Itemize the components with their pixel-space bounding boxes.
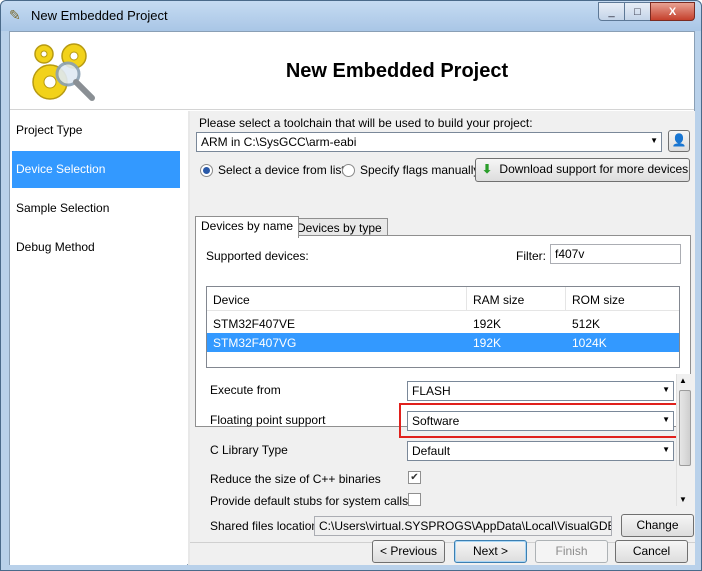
scroll-thumb[interactable] [679,390,691,466]
pencil-icon: ✎ [9,7,21,23]
chevron-down-icon: ▼ [662,415,670,424]
device-rom: 512K [572,317,601,331]
previous-button[interactable]: < Previous [372,540,445,563]
toolchain-select[interactable]: ARM in C:\SysGCC\arm-eabi ▼ [196,132,662,152]
column-divider[interactable] [466,287,467,311]
radio-select-from-list[interactable] [200,164,213,177]
window-title: New Embedded Project [31,8,168,23]
column-ram[interactable]: RAM size [473,293,524,307]
shared-location-value: C:\Users\virtual.SYSPROGS\AppData\Local\… [319,519,612,533]
chevron-down-icon: ▼ [662,385,670,394]
download-arrow-icon: ⬇ [482,162,493,176]
reduce-size-label: Reduce the size of C++ binaries [210,472,381,486]
scroll-down-icon[interactable]: ▼ [679,495,687,504]
table-row[interactable]: STM32F407VG 192K 1024K [207,333,679,352]
radio-specify-flags[interactable] [342,164,355,177]
sidebar-item-sample-selection[interactable]: Sample Selection [12,190,180,227]
device-rom: 1024K [572,336,607,350]
c-library-label: C Library Type [210,443,288,457]
column-device[interactable]: Device [213,293,250,307]
chevron-down-icon: ▼ [662,445,670,454]
wizard-header: New Embedded Project [10,32,694,110]
floating-point-value: Software [412,414,460,428]
tab-devices-by-name[interactable]: Devices by name [195,216,300,238]
wizard-window: ✎ New Embedded Project _ □ X New Embedde… [0,0,702,571]
column-divider[interactable] [565,287,566,311]
reduce-size-checkbox[interactable]: ✔ [408,471,421,484]
cancel-button[interactable]: Cancel [615,540,688,563]
page-title: New Embedded Project [285,60,509,82]
filter-label: Filter: [516,249,546,263]
shared-location-label: Shared files location: [210,519,322,533]
scroll-up-icon[interactable]: ▲ [679,376,687,385]
toolchain-settings-button[interactable]: 👤 [668,130,690,152]
checkmark-icon: ✔ [410,472,419,483]
table-row[interactable]: STM32F407VE 192K 512K [207,314,679,333]
download-support-label: Download support for more devices [499,162,689,176]
floating-point-select[interactable]: Software ▼ [407,411,674,431]
floating-point-label: Floating point support [210,413,326,427]
filter-input[interactable]: f407v [550,244,681,264]
toolchain-prompt: Please select a toolchain that will be u… [199,116,533,130]
finish-button[interactable]: Finish [535,540,608,563]
device-ram: 192K [473,317,502,331]
device-name: STM32F407VG [213,336,297,350]
maximize-icon: □ [634,5,641,18]
user-icon: 👤 [671,133,687,147]
wizard-sidebar: Project Type Device Selection Sample Sel… [10,111,187,565]
shared-location-field[interactable]: C:\Users\virtual.SYSPROGS\AppData\Local\… [314,516,612,536]
wizard-client: New Embedded Project Project Type Device… [9,31,695,565]
execute-from-select[interactable]: FLASH ▼ [407,381,674,401]
toolchain-value: ARM in C:\SysGCC\arm-eabi [201,135,357,149]
default-stubs-label: Provide default stubs for system calls [210,494,409,508]
supported-devices-label: Supported devices: [206,249,309,263]
c-library-value: Default [412,444,451,458]
execute-from-label: Execute from [210,383,281,397]
sidebar-item-device-selection[interactable]: Device Selection [12,151,180,188]
close-button[interactable]: X [650,2,695,21]
c-library-select[interactable]: Default ▼ [407,441,674,461]
properties-scrollbar[interactable]: ▲ ▼ [676,374,693,506]
title-bar[interactable]: ✎ New Embedded Project _ □ X [1,1,701,31]
device-name: STM32F407VE [213,317,296,331]
download-support-button[interactable]: ⬇ Download support for more devices [475,158,690,182]
radio-select-from-list-label[interactable]: Select a device from list [218,163,345,177]
chevron-down-icon: ▼ [650,136,658,145]
change-button[interactable]: Change [621,514,694,537]
execute-from-value: FLASH [412,384,451,398]
column-rom[interactable]: ROM size [572,293,625,307]
sidebar-item-debug-method[interactable]: Debug Method [12,229,180,266]
device-ram: 192K [473,336,502,350]
device-selection-page: Please select a toolchain that will be u… [190,111,695,565]
filter-value: f407v [555,247,585,261]
minimize-icon: _ [608,5,615,18]
default-stubs-checkbox[interactable] [408,493,421,506]
window-controls: _ □ X [598,2,695,22]
radio-specify-flags-label[interactable]: Specify flags manually [360,163,479,177]
sidebar-item-project-type[interactable]: Project Type [12,112,180,149]
minimize-button[interactable]: _ [598,2,625,21]
close-icon: X [668,5,677,18]
devices-grid[interactable]: Device RAM size ROM size STM32F407VE 192… [206,286,680,368]
next-button[interactable]: Next > [454,540,527,563]
maximize-button[interactable]: □ [624,2,651,21]
grid-header: Device RAM size ROM size [207,287,679,311]
